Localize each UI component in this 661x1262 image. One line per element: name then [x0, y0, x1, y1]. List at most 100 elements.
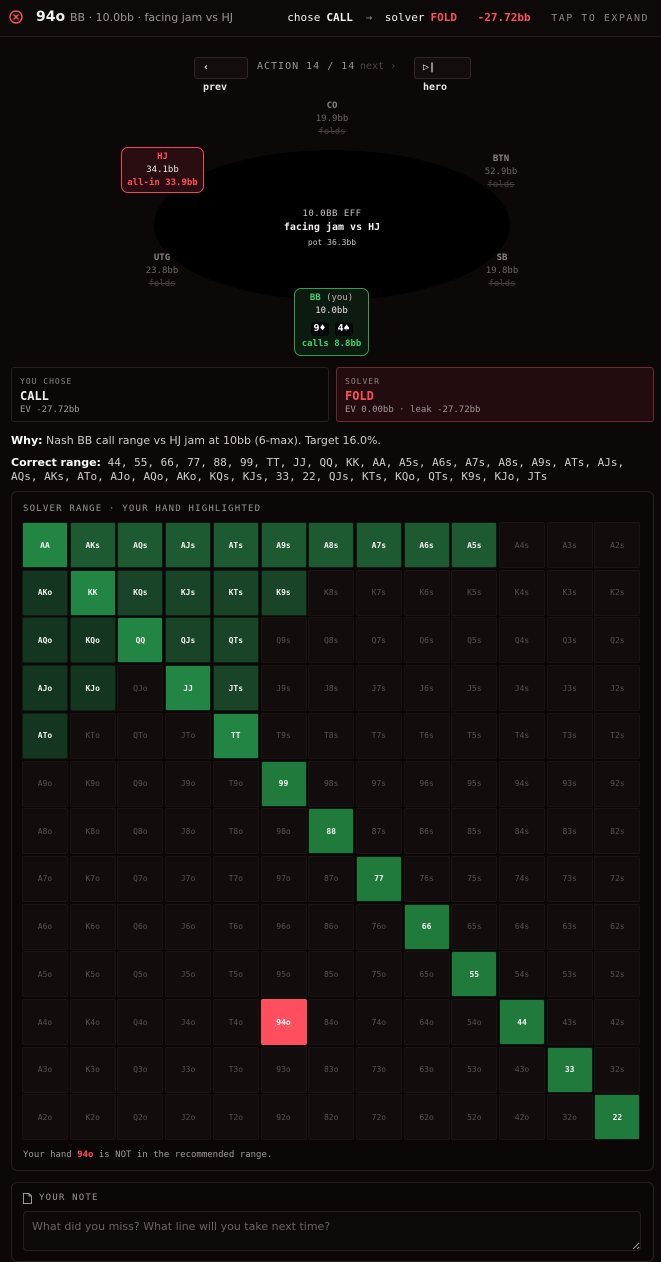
range-cell: K3s [546, 569, 593, 616]
range-cell: K5o [69, 951, 116, 998]
range-cell: QJo [117, 665, 164, 712]
hand-context: BB · 10.0bb · facing jam vs HJ [70, 11, 233, 24]
range-cell: ATo [22, 712, 68, 759]
range-cell: A5s [451, 522, 498, 568]
range-cell: 95o [260, 951, 307, 998]
range-cell: 43o [499, 1046, 545, 1093]
range-cell: K2s [594, 569, 641, 616]
chevron-right-icon: › [390, 61, 397, 72]
range-cell: 33 [546, 1046, 593, 1093]
range-cell: T6o [212, 903, 259, 950]
range-cell: A7o [22, 855, 68, 902]
range-cell: A9s [260, 522, 307, 568]
header-bar[interactable]: 94o BB · 10.0bb · facing jam vs HJ chose… [0, 0, 661, 37]
range-cell: Q5s [451, 617, 498, 664]
range-cell: TT [212, 712, 259, 759]
range-cell: Q7o [117, 855, 164, 902]
range-cell: 99 [260, 760, 307, 807]
close-circle-icon[interactable] [9, 10, 23, 24]
range-cell: T6s [403, 712, 450, 759]
range-cell: A7s [355, 522, 402, 568]
note-title: YOUR NOTE [39, 1193, 99, 1203]
range-cell: 93o [260, 1046, 307, 1093]
card-action: FOLD [345, 389, 374, 403]
you-chose-card: YOU CHOSE CALL EV -27.72bb [11, 367, 329, 422]
note-hand: 94o [77, 1150, 94, 1160]
range-cell: 97s [355, 760, 402, 807]
range-cell: A8s [308, 522, 355, 568]
range-cell: 22 [594, 1094, 641, 1141]
pot-size: pot 36.3bb [307, 238, 357, 247]
range-cell: 64s [499, 903, 545, 950]
range-cell: A6s [403, 522, 450, 568]
range-cell: Q7s [355, 617, 402, 664]
range-cell: T3s [546, 712, 593, 759]
range-cell: K5s [451, 569, 498, 616]
range-cell: A9o [22, 760, 68, 807]
chose-action: CALL [326, 11, 353, 24]
range-note: Your hand 94o is NOT in the recommended … [23, 1150, 272, 1160]
range-cell: 32o [546, 1094, 593, 1141]
range-cell: A4o [22, 999, 68, 1045]
range-cell: 87s [355, 808, 402, 855]
range-cell: K6s [403, 569, 450, 616]
range-cell: Q5o [117, 951, 164, 998]
range-cell: KQo [69, 617, 116, 664]
range-cell: T9o [212, 760, 259, 807]
range-cell: K3o [69, 1046, 116, 1093]
range-cell: 73s [546, 855, 593, 902]
solver-label: solver [384, 11, 425, 24]
range-cell: AJs [165, 522, 212, 568]
range-cell: 96o [260, 903, 307, 950]
range-cell: J4o [165, 999, 212, 1045]
range-cell: 65s [451, 903, 498, 950]
range-cell: 98s [308, 760, 355, 807]
seat-status: all-in 33.9bb [127, 178, 198, 188]
range-cell: AA [22, 522, 68, 568]
range-cell: 65o [403, 951, 450, 998]
hole-card: 4♠ [334, 322, 353, 336]
range-cell: QQ [117, 617, 164, 664]
seat-position: HJ [157, 152, 168, 162]
range-cell: J5o [165, 951, 212, 998]
range-cell: QJs [165, 617, 212, 664]
next-button[interactable]: next › [360, 61, 396, 72]
range-cell: 64o [403, 999, 450, 1045]
card-ev: EV -27.72bb [20, 405, 80, 415]
range-cell: K2o [69, 1094, 116, 1141]
prev-button[interactable]: ‹ prev [194, 57, 248, 93]
card-label: 9♦ [313, 323, 326, 334]
range-cell: 94s [499, 760, 545, 807]
range-cell: J9o [165, 760, 212, 807]
range-cell: T3o [212, 1046, 259, 1093]
chose-label: chose [287, 11, 321, 24]
range-cell: K4o [69, 999, 116, 1045]
range-cell: 55 [451, 951, 498, 998]
range-cell: T8o [212, 808, 259, 855]
card-label: 4♠ [337, 323, 350, 334]
note-input[interactable] [23, 1211, 641, 1251]
tap-to-expand[interactable]: TAP TO EXPAND [551, 13, 649, 24]
seat-stack: 19.8bb [485, 266, 519, 276]
seat-status: folds [318, 127, 346, 137]
range-cell: 97o [260, 855, 307, 902]
range-cell: J5s [451, 665, 498, 712]
range-cell: A3s [546, 522, 593, 568]
seat-status: folds [148, 279, 176, 289]
range-cell: J2s [594, 665, 641, 712]
range-cell: J9s [260, 665, 307, 712]
range-cell: K6o [69, 903, 116, 950]
range-cell: 92o [260, 1094, 307, 1141]
seat-bb-hero: BB (you) 10.0bb 9♦ 4♠ calls 8.8bb [294, 288, 369, 356]
range-cell: J6s [403, 665, 450, 712]
range-cell: 86o [308, 903, 355, 950]
range-cell: 76s [403, 855, 450, 902]
seat-utg: UTG 23.8bb folds [132, 252, 192, 291]
hero-button[interactable]: ▷| hero [414, 57, 471, 93]
solver-range-panel: SOLVER RANGE · YOUR HAND HIGHLIGHTED AA A… [11, 491, 654, 1171]
range-cell: AJo [22, 665, 68, 712]
range-cell: 42s [594, 999, 641, 1045]
range-cell: J6o [165, 903, 212, 950]
range-cell: 84s [499, 808, 545, 855]
correct-range: Correct range: 44, 55, 66, 77, 88, 99, T… [11, 456, 653, 484]
